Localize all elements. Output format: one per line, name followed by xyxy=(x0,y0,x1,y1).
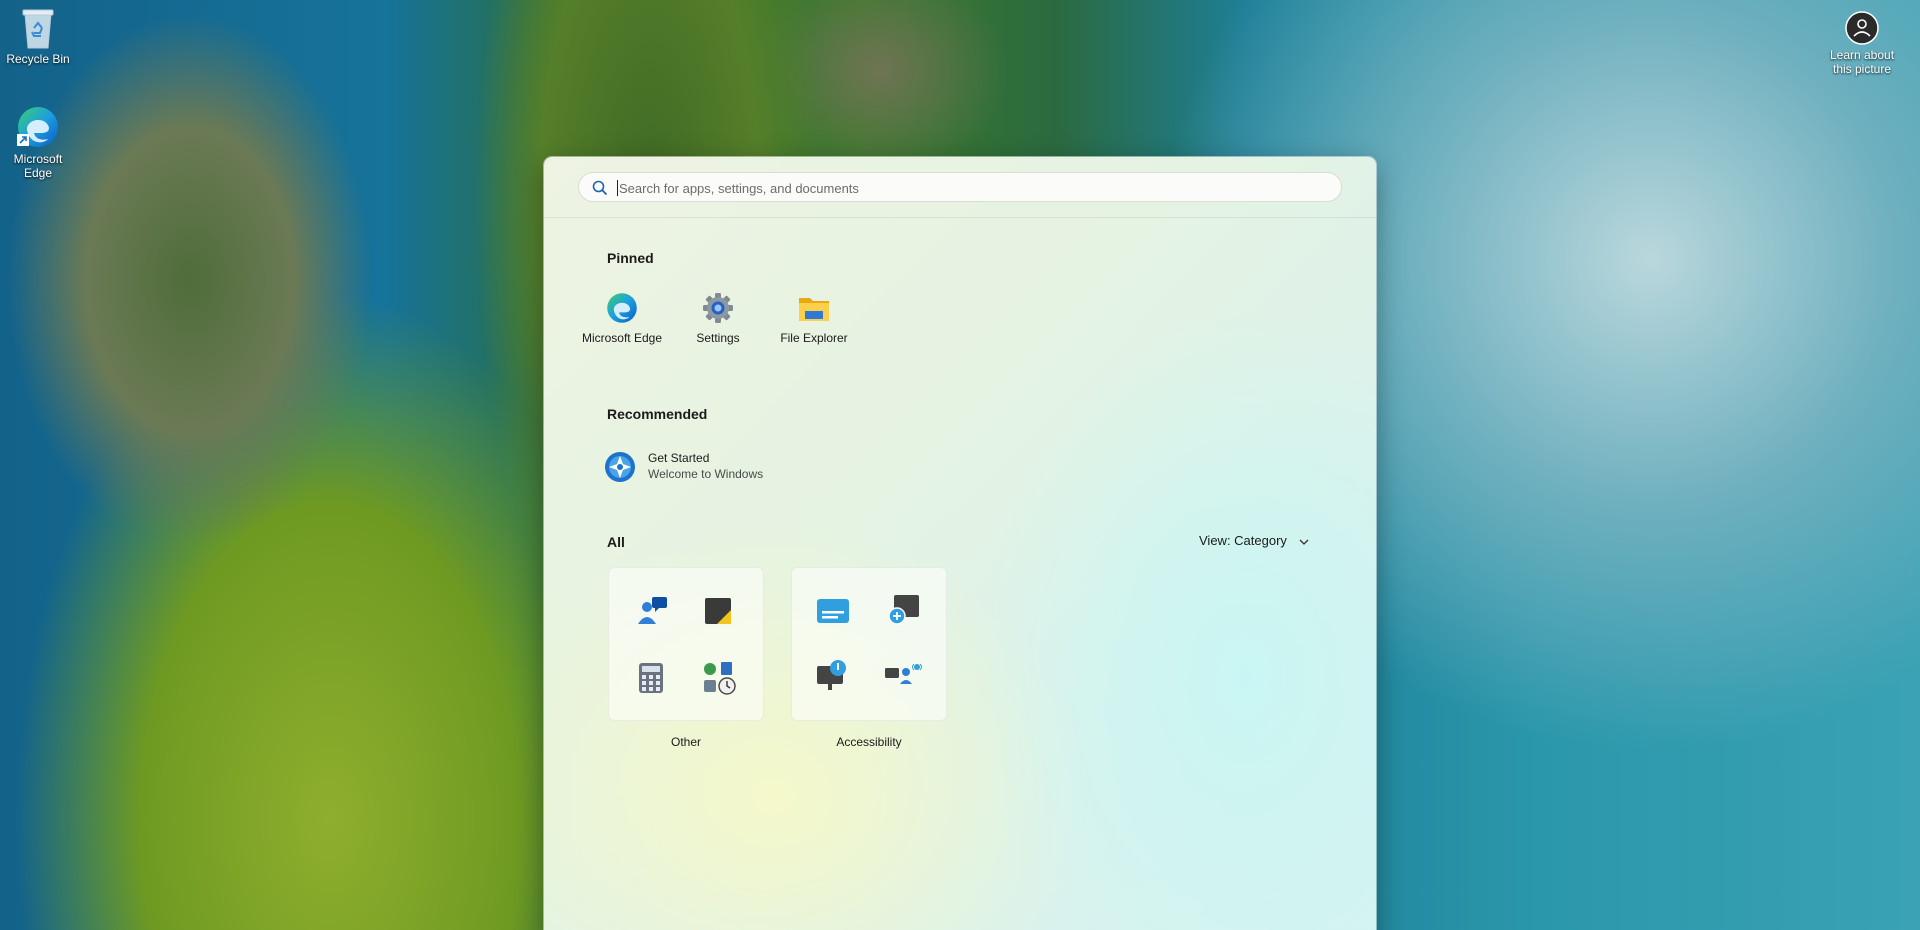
folder-icon xyxy=(799,298,829,321)
category-label: Accessibility xyxy=(836,735,902,749)
edge-icon xyxy=(607,293,637,323)
category-label: Other xyxy=(670,735,701,749)
recycle-bin-icon xyxy=(22,9,54,49)
recommended-heading: Recommended xyxy=(607,406,708,422)
desktop-icon-microsoft-edge[interactable]: Microsoft Edge xyxy=(1,104,75,180)
category-other[interactable]: Other xyxy=(607,567,765,749)
recommended-item-title: Get Started xyxy=(648,451,710,465)
desktop-icon-recycle-bin[interactable]: Recycle Bin xyxy=(1,6,75,66)
edge-desktop-label: Microsoft Edge xyxy=(13,152,63,180)
recommended-item-get-started[interactable]: Get Started Welcome to Windows xyxy=(604,448,844,488)
edge-icon xyxy=(17,107,58,147)
sticky-notes-icon xyxy=(705,598,731,624)
category-tile[interactable] xyxy=(608,567,764,721)
chevron-down-icon xyxy=(1299,539,1309,545)
learn-picture-label: Learn about this picture xyxy=(1829,48,1895,76)
category-tile[interactable] xyxy=(791,567,947,721)
text-cursor xyxy=(617,180,618,196)
pinned-app-settings[interactable]: Settings xyxy=(670,291,766,355)
pinned-app-label: Settings xyxy=(696,331,740,345)
desktop: Recycle Bin Microsoft Edge Learn about t… xyxy=(0,0,1920,930)
search-icon xyxy=(592,180,608,196)
settings-gear-icon xyxy=(703,293,733,323)
search-divider xyxy=(544,217,1376,218)
clock-tools-icon xyxy=(704,662,736,695)
desktop-icon-learn-about-picture[interactable]: Learn about this picture xyxy=(1822,10,1902,76)
pinned-app-label: Microsoft Edge xyxy=(581,331,663,345)
get-started-icon xyxy=(605,452,635,482)
recommended-item-subtitle: Welcome to Windows xyxy=(648,467,764,481)
pinned-app-microsoft-edge[interactable]: Microsoft Edge xyxy=(574,291,670,355)
pinned-app-file-explorer[interactable]: File Explorer xyxy=(766,291,862,355)
voice-access-icon xyxy=(885,663,922,684)
all-apps-heading: All xyxy=(607,534,625,550)
category-accessibility[interactable]: Accessibility xyxy=(790,567,948,749)
view-category-dropdown[interactable]: View: Category xyxy=(1199,533,1309,548)
pinned-heading: Pinned xyxy=(607,250,654,266)
live-captions-icon xyxy=(817,599,849,623)
search-box[interactable] xyxy=(578,172,1342,202)
camera-info-icon xyxy=(1845,11,1879,45)
recycle-bin-label: Recycle Bin xyxy=(6,52,70,66)
narrator-icon xyxy=(817,660,846,690)
start-menu: Pinned Microsoft Edge xyxy=(544,157,1376,930)
calculator-icon xyxy=(639,663,663,693)
people-chat-icon xyxy=(638,597,667,624)
search-input[interactable] xyxy=(617,178,1321,198)
pinned-app-label: File Explorer xyxy=(780,331,848,345)
view-category-label: View: Category xyxy=(1199,533,1287,548)
magnifier-icon xyxy=(888,595,919,625)
